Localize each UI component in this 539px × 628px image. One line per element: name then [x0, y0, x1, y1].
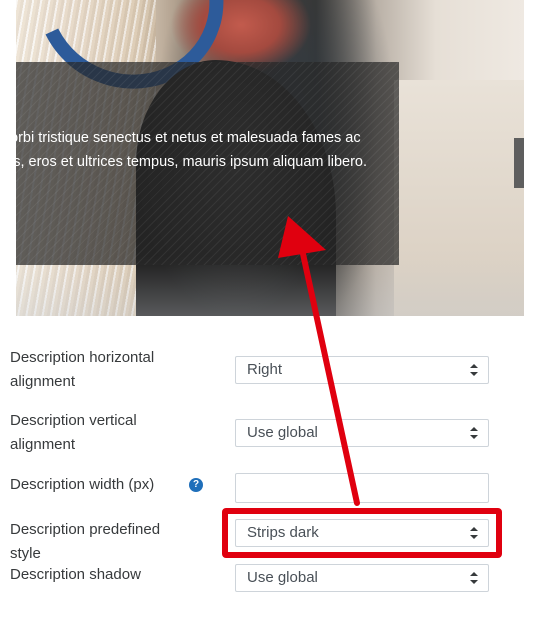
description-shadow-select[interactable]: Use global — [235, 564, 489, 592]
select-caret-icon — [470, 364, 478, 376]
description-shadow-label: Description shadow — [10, 566, 141, 583]
select-caret-icon — [470, 427, 478, 439]
description-width-label: Description width (px) — [10, 476, 155, 493]
description-shadow-value: Use global — [247, 569, 318, 586]
select-caret-icon — [470, 572, 478, 584]
horizontal-alignment-value: Right — [247, 361, 283, 378]
preview-wall-strip — [514, 138, 524, 188]
caption-line-1: orbi tristique senectus et netus et male… — [16, 130, 361, 146]
question-circle-icon[interactable]: ? — [189, 478, 203, 492]
caption-text: orbi tristique senectus et netus et male… — [16, 126, 399, 174]
caption-line-2: is, eros et ultrices tempus, mauris ipsu… — [16, 154, 367, 170]
vertical-alignment-select[interactable]: Use global — [235, 419, 489, 447]
slide-preview-image: orbi tristique senectus et netus et male… — [16, 0, 524, 316]
horizontal-alignment-select[interactable]: Right — [235, 356, 489, 384]
preview-bottom-shade — [16, 256, 524, 316]
highlight-box — [222, 508, 502, 558]
vertical-alignment-value: Use global — [247, 424, 318, 441]
vertical-alignment-label-line-2: alignment — [10, 436, 76, 453]
horizontal-alignment-label: Description horizontal alignment — [10, 346, 185, 394]
vertical-alignment-label-line-1: Description vertical — [10, 412, 137, 429]
vertical-alignment-label: Description vertical alignment — [10, 409, 185, 457]
description-width-input[interactable] — [235, 473, 489, 503]
predefined-style-label: Description predefined style — [10, 521, 161, 562]
horizontal-alignment-label-line-2: alignment — [10, 373, 76, 390]
horizontal-alignment-label-line-1: Description horizontal — [10, 349, 155, 366]
description-caption-box: orbi tristique senectus et netus et male… — [16, 62, 399, 265]
